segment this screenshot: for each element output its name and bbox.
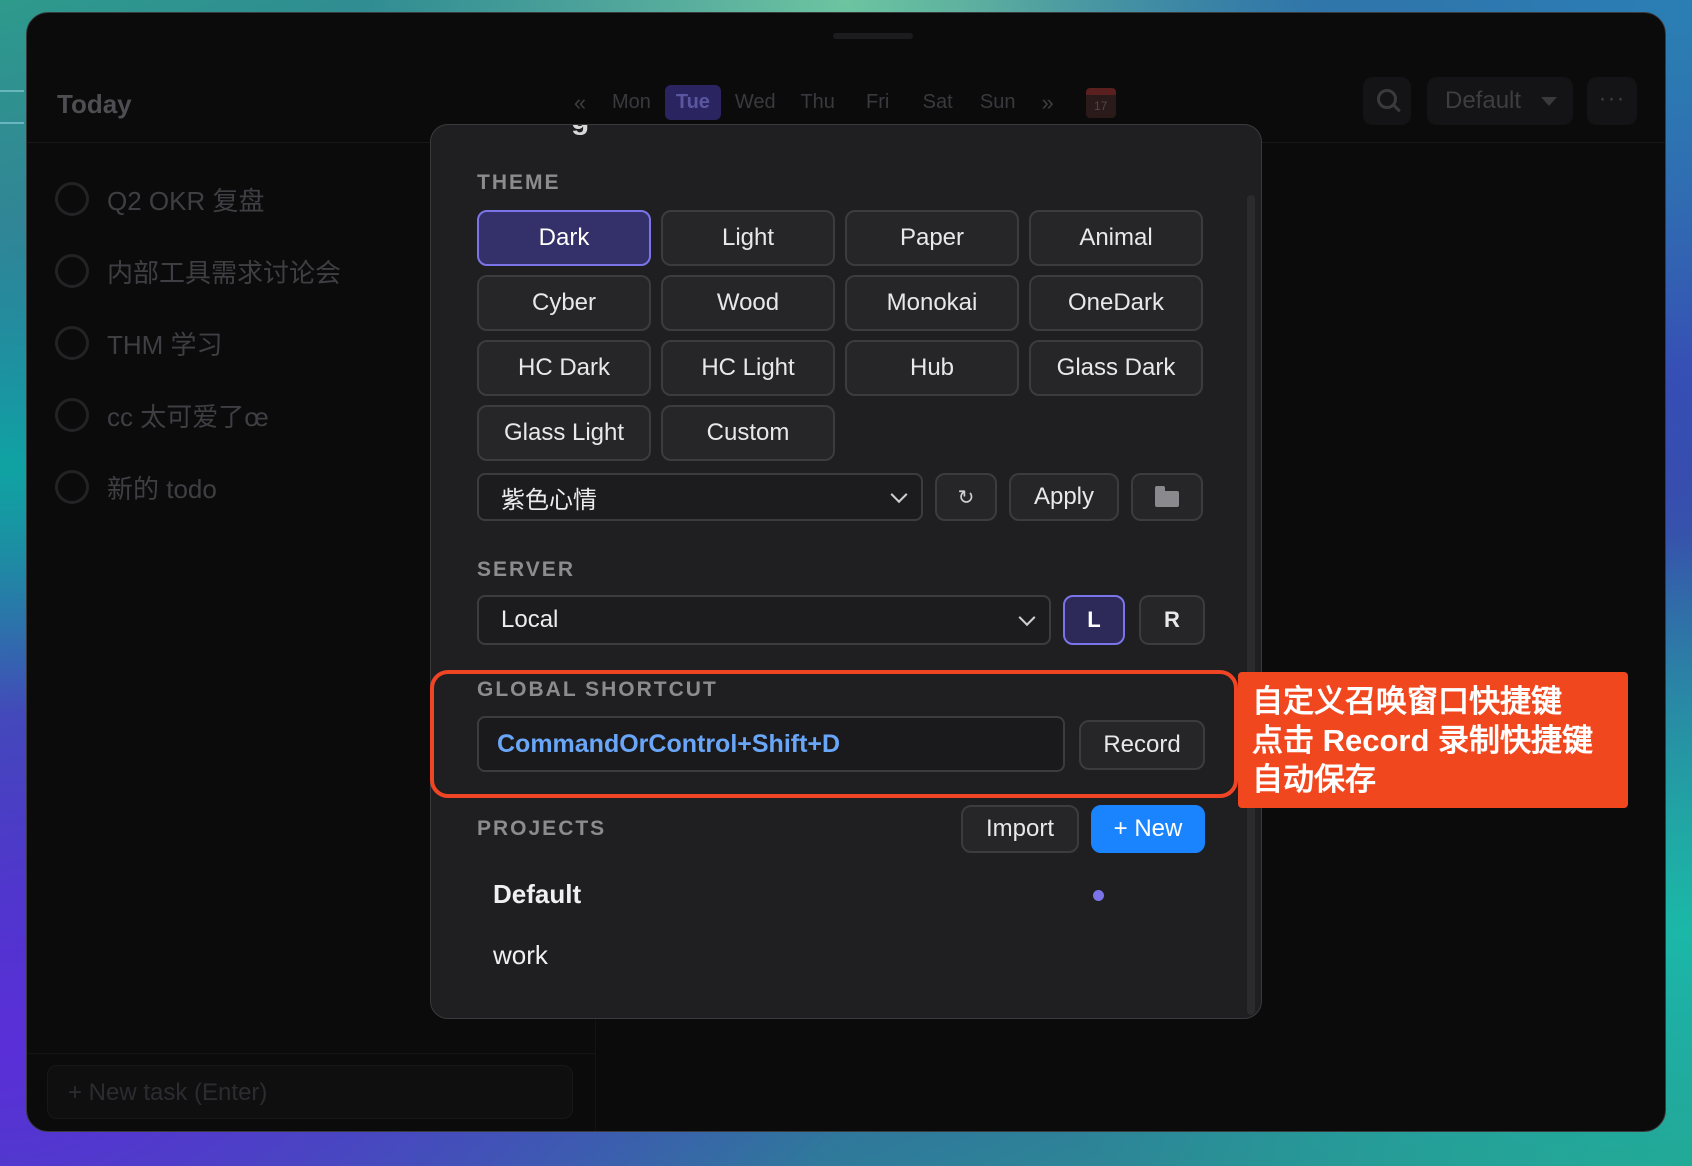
- task-item[interactable]: 内部工具需求讨论会: [55, 235, 341, 307]
- theme-glass-light-button[interactable]: Glass Light: [477, 405, 651, 461]
- footer-divider: [27, 1053, 595, 1054]
- day-mon[interactable]: Mon: [602, 85, 661, 120]
- day-fri[interactable]: Fri: [850, 85, 906, 120]
- week-navigator: « Mon Tue Wed Thu Fri Sat Sun » 17: [562, 85, 1116, 120]
- task-checkbox[interactable]: [55, 398, 89, 432]
- chevron-down-icon: [1018, 609, 1036, 627]
- theme-options: Dark Light Paper Animal Cyber Wood Monok…: [477, 210, 1203, 461]
- modal-scrollbar[interactable]: [1247, 195, 1255, 1015]
- task-label: THM 学习: [107, 329, 223, 360]
- task-label: 内部工具需求讨论会: [107, 257, 342, 288]
- project-selector-label: Default: [1445, 87, 1522, 114]
- annotation-callout: 自定义召唤窗口快捷键 点击 Record 录制快捷键 自动保存: [1238, 672, 1628, 808]
- theme-cyber-button[interactable]: Cyber: [477, 275, 651, 331]
- task-checkbox[interactable]: [55, 182, 89, 216]
- day-sun[interactable]: Sun: [970, 85, 1026, 120]
- settings-modal: g THEME Dark Light Paper Animal Cyber Wo…: [430, 124, 1262, 1019]
- task-label: Q2 OKR 复盘: [107, 185, 265, 216]
- task-label: 新的 todo: [107, 473, 217, 504]
- page-title: Today: [57, 89, 132, 119]
- server-section-title: SERVER: [477, 558, 575, 581]
- theme-paper-button[interactable]: Paper: [845, 210, 1019, 266]
- task-checkbox[interactable]: [55, 326, 89, 360]
- task-item[interactable]: cc 太可爱了œ: [55, 379, 341, 451]
- day-thu[interactable]: Thu: [790, 85, 846, 120]
- refresh-icon: ↻: [957, 486, 975, 509]
- theme-hub-button[interactable]: Hub: [845, 340, 1019, 396]
- task-item[interactable]: 新的 todo: [55, 451, 341, 523]
- server-select[interactable]: Local: [477, 595, 1051, 645]
- server-remote-button[interactable]: R: [1139, 595, 1205, 645]
- task-checkbox[interactable]: [55, 470, 89, 504]
- project-item-work[interactable]: work: [493, 940, 548, 971]
- theme-glass-dark-button[interactable]: Glass Dark: [1029, 340, 1203, 396]
- task-item[interactable]: THM 学习: [55, 307, 341, 379]
- custom-theme-row: 紫色心情 ↻ Apply: [477, 473, 1207, 523]
- import-project-button[interactable]: Import: [961, 805, 1079, 853]
- more-menu-button[interactable]: ···: [1587, 77, 1637, 125]
- theme-hc-light-button[interactable]: HC Light: [661, 340, 835, 396]
- theme-hc-dark-button[interactable]: HC Dark: [477, 340, 651, 396]
- day-sat[interactable]: Sat: [910, 85, 966, 120]
- new-task-input[interactable]: + New task (Enter): [47, 1065, 573, 1119]
- modal-title: g: [571, 125, 589, 137]
- annotation-highlight-box: [430, 670, 1238, 798]
- prev-week-button[interactable]: «: [562, 90, 598, 116]
- task-checkbox[interactable]: [55, 254, 89, 288]
- theme-section-title: THEME: [477, 171, 561, 194]
- theme-custom-button[interactable]: Custom: [661, 405, 835, 461]
- project-item-default[interactable]: Default: [493, 879, 581, 910]
- custom-theme-select[interactable]: 紫色心情: [477, 473, 923, 521]
- projects-section-title: PROJECTS: [477, 817, 607, 840]
- custom-theme-select-value: 紫色心情: [501, 486, 597, 514]
- chevron-down-icon: [890, 486, 908, 504]
- day-wed[interactable]: Wed: [725, 85, 786, 120]
- day-tue[interactable]: Tue: [664, 85, 721, 120]
- annotation-line: 自定义召唤窗口快捷键: [1252, 684, 1562, 719]
- window-drag-handle[interactable]: [833, 33, 913, 39]
- annotation-line: 自动保存: [1252, 762, 1376, 797]
- theme-animal-button[interactable]: Animal: [1029, 210, 1203, 266]
- annotation-line: 点击 Record 录制快捷键: [1252, 723, 1594, 758]
- new-project-button[interactable]: + New: [1091, 805, 1205, 853]
- open-theme-folder-button[interactable]: [1131, 473, 1203, 521]
- desktop-edge-line: [0, 122, 24, 124]
- caret-down-icon: [1541, 97, 1557, 106]
- theme-dark-button[interactable]: Dark: [477, 210, 651, 266]
- calendar-icon[interactable]: 17: [1085, 87, 1116, 118]
- theme-monokai-button[interactable]: Monokai: [845, 275, 1019, 331]
- theme-wood-button[interactable]: Wood: [661, 275, 835, 331]
- folder-icon: [1155, 486, 1179, 507]
- search-icon[interactable]: [1363, 77, 1411, 125]
- task-item[interactable]: Q2 OKR 复盘: [55, 163, 341, 235]
- task-label: cc 太可爱了œ: [107, 401, 269, 432]
- server-local-button[interactable]: L: [1063, 595, 1125, 645]
- refresh-themes-button[interactable]: ↻: [935, 473, 997, 521]
- apply-theme-button[interactable]: Apply: [1009, 473, 1119, 521]
- desktop-edge-line: [0, 90, 24, 92]
- server-select-value: Local: [501, 606, 559, 633]
- task-list: Q2 OKR 复盘 内部工具需求讨论会 THM 学习 cc 太可爱了œ 新的 t…: [55, 163, 341, 523]
- theme-onedark-button[interactable]: OneDark: [1029, 275, 1203, 331]
- next-week-button[interactable]: »: [1030, 90, 1066, 116]
- active-project-indicator: [1093, 890, 1104, 901]
- project-selector[interactable]: Default: [1427, 77, 1573, 125]
- theme-light-button[interactable]: Light: [661, 210, 835, 266]
